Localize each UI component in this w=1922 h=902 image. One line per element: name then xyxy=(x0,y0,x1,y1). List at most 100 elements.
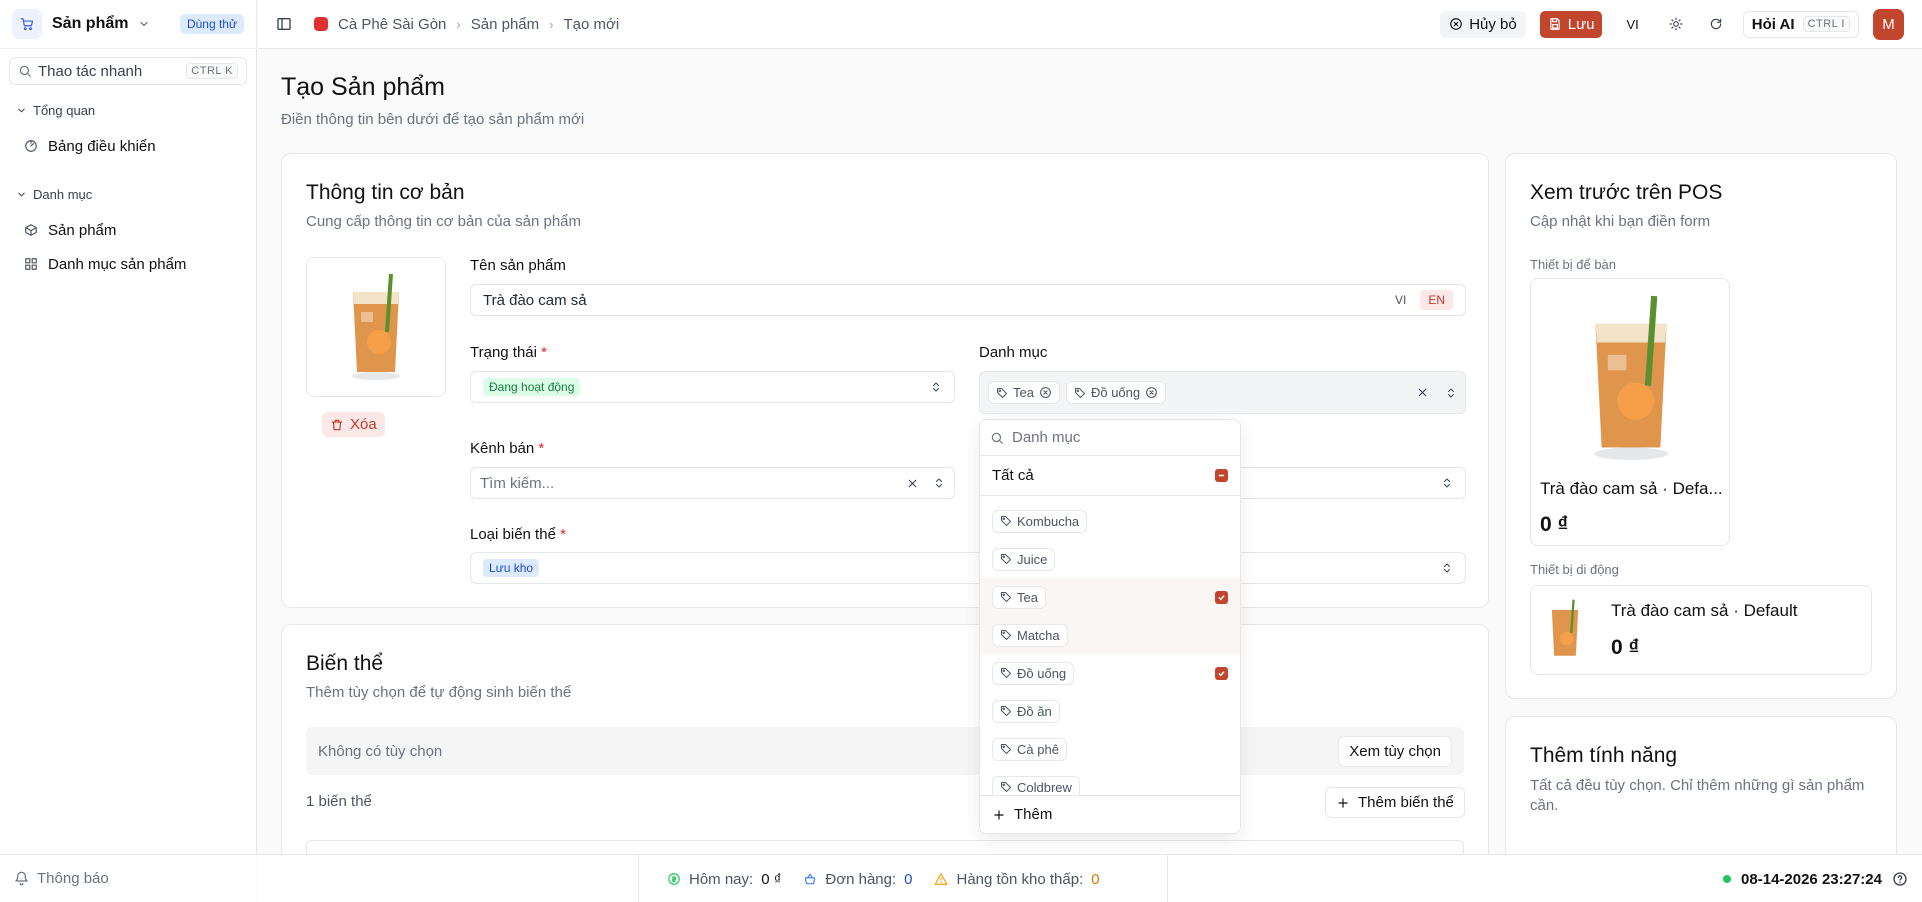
status-select[interactable]: Đang hoạt động xyxy=(470,371,955,403)
category-dropdown: Danh mục Tất cả Kombucha Juice Tea Matcha Đồ… xyxy=(979,419,1241,834)
desktop-product-price: 0 ₫ xyxy=(1540,513,1569,536)
datetime: 08-14-2026 23:27:24 xyxy=(1741,870,1882,888)
variants-subtitle: Thêm tùy chọn để tự động sinh biến thể xyxy=(306,684,572,701)
search-icon xyxy=(18,64,32,78)
chevron-down-icon[interactable] xyxy=(138,18,150,30)
tag-icon xyxy=(1000,743,1012,755)
category-option-label: Coldbrew xyxy=(1017,779,1072,795)
category-option[interactable]: Đồ uống xyxy=(980,654,1240,692)
variant-type-select[interactable]: Lưu kho xyxy=(470,552,1466,584)
topbar: Cà Phê Sài Gòn › Sản phẩm › Tạo mới Hủy … xyxy=(258,0,1922,49)
cancel-label: Hủy bỏ xyxy=(1469,15,1517,33)
ask-ai-button[interactable]: Hỏi AI CTRL I xyxy=(1742,10,1859,38)
checkbox-checked[interactable] xyxy=(1215,666,1228,680)
tag-icon xyxy=(1000,629,1012,641)
channel-label: Kênh bán * xyxy=(470,440,544,457)
selected-category-label: Tea xyxy=(1013,385,1034,400)
clear-icon[interactable] xyxy=(1416,386,1429,399)
category-option[interactable]: Matcha xyxy=(980,616,1240,654)
quick-action-search[interactable]: Thao tác nhanh CTRL K xyxy=(9,57,247,85)
category-search-input[interactable]: Danh mục xyxy=(980,420,1240,456)
theme-toggle-sun-icon[interactable] xyxy=(1663,17,1689,31)
avatar[interactable]: M xyxy=(1873,8,1904,40)
gauge-icon xyxy=(24,139,38,153)
breadcrumb-store[interactable]: Cà Phê Sài Gòn xyxy=(338,16,446,33)
plus-icon xyxy=(1336,796,1350,810)
chevron-right-icon: › xyxy=(549,16,554,32)
required-mark: * xyxy=(560,526,566,543)
language-switch[interactable]: VI xyxy=(1616,17,1648,32)
sidebar-item-label: Danh mục sản phẩm xyxy=(48,255,187,273)
search-shortcut: CTRL K xyxy=(186,63,238,79)
variant-type-label-text: Loại biến thể xyxy=(470,526,556,543)
category-option[interactable]: Juice xyxy=(980,540,1240,578)
select-all-option[interactable]: Tất cả xyxy=(980,456,1240,496)
name-language-switch: VI EN xyxy=(1387,290,1453,310)
category-option-label: Tea xyxy=(1017,589,1038,605)
options-bar: Không có tùy chọn Xem tùy chọn xyxy=(306,727,1464,775)
product-name-field[interactable]: Trà đào cam sả VI EN xyxy=(470,284,1466,316)
refresh-icon[interactable] xyxy=(1703,17,1729,31)
preview-product-image xyxy=(1571,293,1691,463)
pos-preview-card: Xem trước trên POS Cập nhật khi bạn điền… xyxy=(1505,153,1897,699)
product-image[interactable] xyxy=(306,257,446,397)
breadcrumb: Cà Phê Sài Gòn › Sản phẩm › Tạo mới xyxy=(314,16,619,33)
status-bar: Hôm nay: 0 ₫ Đơn hàng: 0 Hàng tồn kho th… xyxy=(258,854,1922,902)
category-option[interactable]: Cà phê xyxy=(980,730,1240,768)
required-mark: * xyxy=(538,440,545,457)
tag-icon xyxy=(1000,515,1012,527)
chevrons-up-down-icon xyxy=(1441,562,1453,574)
category-tag: Đồ uống xyxy=(992,661,1075,685)
checkbox-checked[interactable] xyxy=(1215,590,1228,604)
sidebar-item-label: Sản phẩm xyxy=(48,221,117,239)
category-label: Danh mục xyxy=(979,344,1048,361)
warning-icon xyxy=(934,872,948,886)
sidebar-toggle-icon[interactable] xyxy=(276,16,292,32)
cancel-button[interactable]: Hủy bỏ xyxy=(1440,10,1526,38)
add-variant-button[interactable]: Thêm biến thể xyxy=(1325,787,1465,818)
store-logo-icon xyxy=(314,17,328,31)
remove-tag-icon[interactable] xyxy=(1145,386,1158,399)
name-lang-en[interactable]: EN xyxy=(1420,290,1453,310)
category-option[interactable]: Đồ ăn xyxy=(980,692,1240,730)
breadcrumb-products[interactable]: Sản phẩm xyxy=(471,16,539,33)
selected-category-label: Đồ uống xyxy=(1090,385,1141,400)
notifications-button[interactable]: Thông báo xyxy=(0,854,257,902)
orders-value: 0 xyxy=(904,870,913,888)
clear-icon[interactable] xyxy=(906,477,919,490)
iced-tea-image xyxy=(352,273,400,380)
save-button[interactable]: Lưu xyxy=(1539,10,1603,38)
channel-search-select[interactable]: Tìm kiếm... xyxy=(470,467,955,499)
name-lang-vi[interactable]: VI xyxy=(1387,290,1414,310)
tag-icon xyxy=(1000,781,1012,793)
sidebar-header[interactable]: Sản phẩm Dùng thử xyxy=(0,0,256,49)
orders-stat: Đơn hàng: 0 xyxy=(803,871,912,888)
remove-tag-icon[interactable] xyxy=(1039,386,1052,399)
sidebar-item-product-categories[interactable]: Danh mục sản phẩm xyxy=(0,247,256,281)
category-option[interactable]: Kombucha xyxy=(980,502,1240,540)
search-placeholder: Thao tác nhanh xyxy=(38,62,143,80)
basket-icon xyxy=(803,872,817,886)
category-option-label: Đồ ăn xyxy=(1017,703,1052,719)
grid-icon xyxy=(24,257,38,271)
delete-image-button[interactable]: Xóa xyxy=(322,412,385,437)
tag-icon xyxy=(996,387,1008,399)
chevron-down-icon xyxy=(16,105,27,116)
sidebar-item-dashboard[interactable]: Bảng điều khiển xyxy=(0,129,256,163)
category-option[interactable]: Tea xyxy=(980,578,1240,616)
category-option-label: Đồ uống xyxy=(1017,665,1067,681)
chevrons-up-down-icon xyxy=(933,477,945,489)
view-options-button[interactable]: Xem tùy chọn xyxy=(1338,735,1452,767)
indeterminate-checkbox[interactable] xyxy=(1215,469,1228,482)
sidebar-group-overview[interactable]: Tổng quan xyxy=(0,97,256,123)
category-multiselect[interactable]: Tea Đồ uống xyxy=(979,371,1466,414)
sidebar-item-products[interactable]: Sản phẩm xyxy=(0,213,256,247)
online-status-dot xyxy=(1723,875,1732,883)
category-tag: Juice xyxy=(992,547,1056,571)
low-stock-value: 0 xyxy=(1091,870,1100,888)
add-category-button[interactable]: Thêm xyxy=(980,795,1240,833)
low-stock-stat: Hàng tồn kho thấp: 0 xyxy=(934,870,1100,888)
help-icon[interactable] xyxy=(1892,871,1908,887)
sidebar-group-catalog[interactable]: Danh mục xyxy=(0,181,256,207)
trial-badge[interactable]: Dùng thử xyxy=(179,14,244,34)
